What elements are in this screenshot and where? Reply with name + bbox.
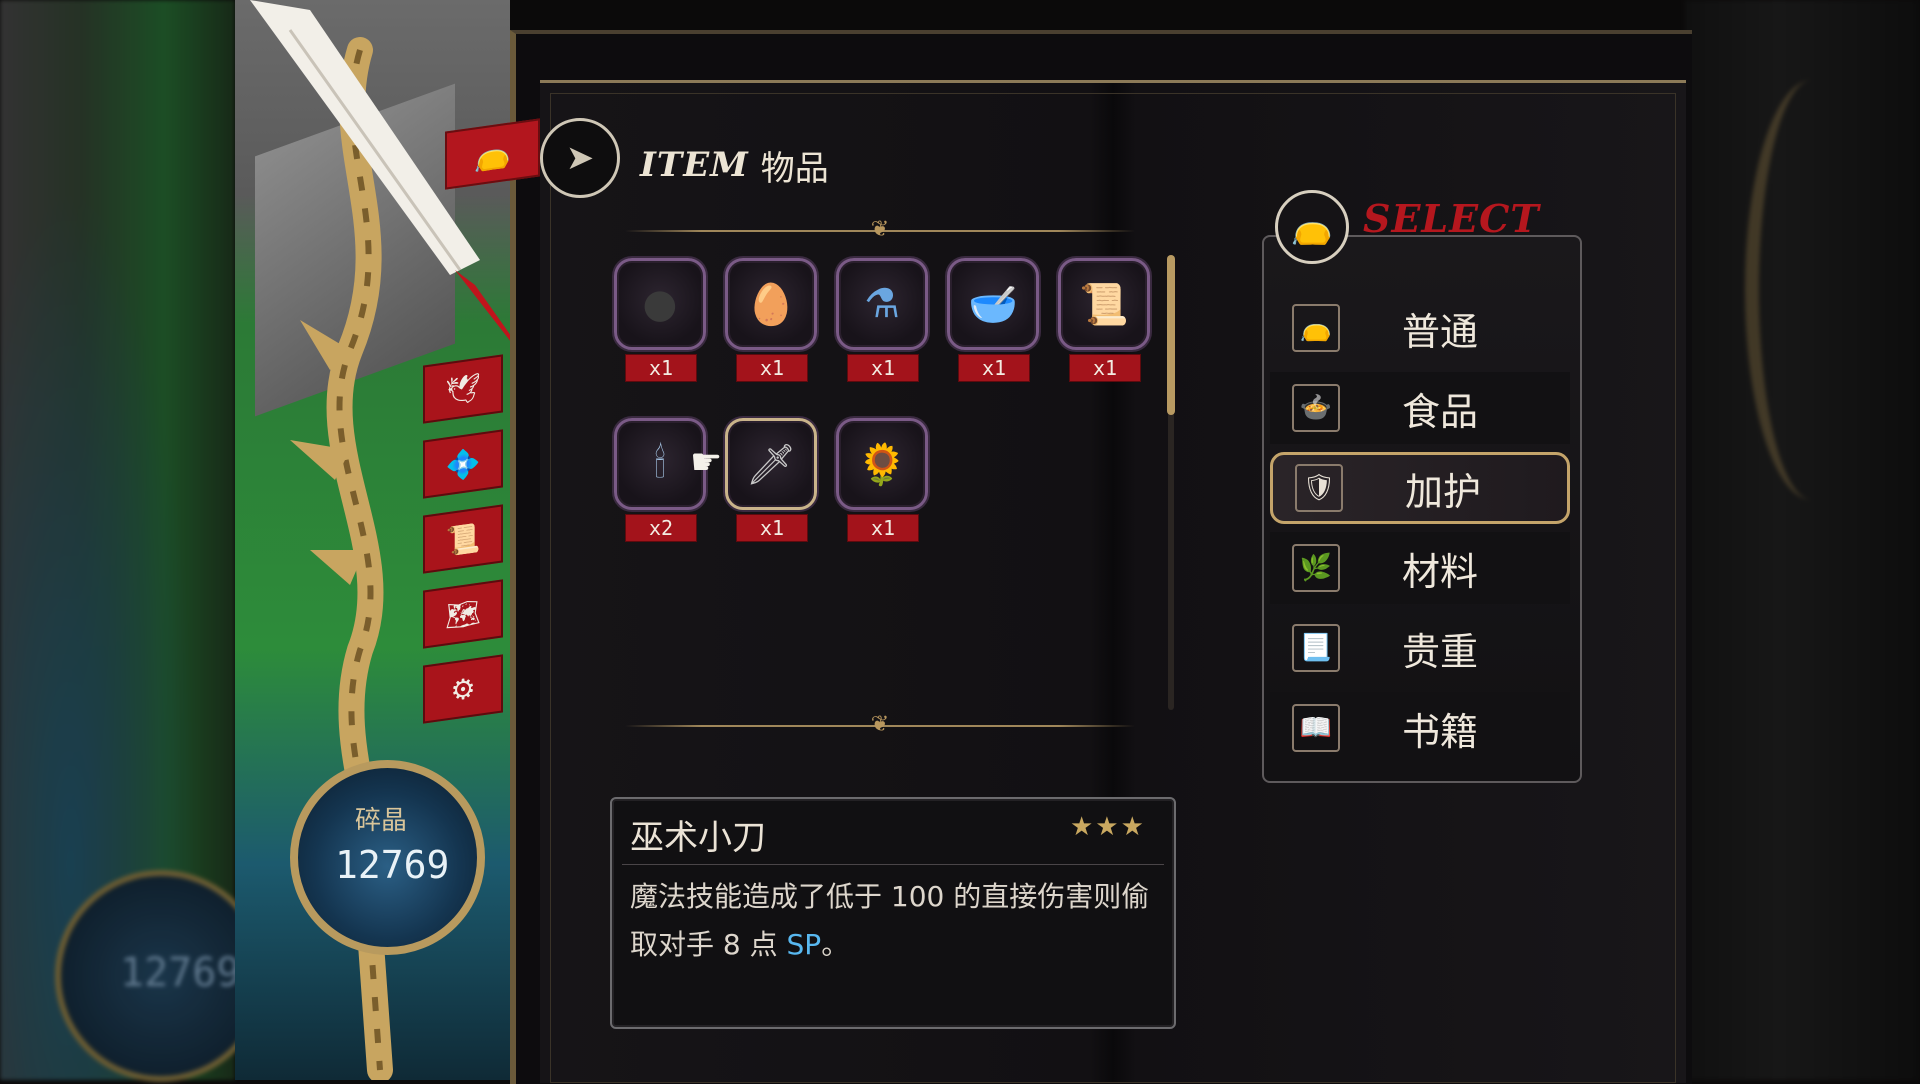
page-title-cn: 物品 [760, 148, 829, 189]
currency-value: 12769 [335, 843, 450, 887]
herb-icon: 🌿 [1292, 544, 1340, 592]
pointing-hand-cursor-icon: ☛ [690, 442, 723, 483]
item-slot[interactable]: 🥣 [947, 258, 1039, 350]
bag-icon: 👝 [1290, 207, 1334, 247]
item-quantity: x1 [736, 354, 808, 382]
item-slot[interactable]: 🌻 [836, 418, 928, 510]
item-section-icon: ➤ [540, 118, 620, 198]
item-slot[interactable]: ● [614, 258, 706, 350]
category-herb[interactable]: 🌿 材料 [1270, 532, 1570, 604]
ghost-currency-value: 12769 [120, 950, 241, 996]
category-label: 普通 [1402, 309, 1479, 354]
item-quantity: x1 [625, 354, 697, 382]
gem-icon: 💠 [445, 445, 481, 483]
potion-icon: ⚗ [864, 281, 900, 327]
description-divider [622, 864, 1164, 865]
sunflower-icon: 🌻 [857, 441, 907, 488]
category-label: 食品 [1402, 389, 1479, 434]
item-slot[interactable]: 🗡 [725, 418, 817, 510]
item-quantity: x1 [847, 354, 919, 382]
category-label: 材料 [1402, 549, 1479, 594]
ornament-top-center: ❦ [870, 217, 890, 242]
bag-icon: 👝 [473, 133, 512, 175]
blurred-right-panel [1685, 0, 1920, 1080]
item-quantity: x1 [736, 514, 808, 542]
wing-icon: 🕊 [445, 370, 481, 408]
item-name: 巫术小刀 [630, 818, 766, 858]
map-scroll-icon: 🗺 [445, 595, 481, 633]
bowl-icon: 🥣 [968, 281, 1018, 328]
blessing-icon: 🛡 [1295, 464, 1343, 512]
select-emblem: 👝 [1275, 190, 1349, 264]
dagger-icon: 🗡 [745, 441, 797, 488]
item-quantity: x1 [1069, 354, 1141, 382]
category-book[interactable]: 📖 书籍 [1270, 692, 1570, 764]
category-scroll[interactable]: 📃 贵重 [1270, 612, 1570, 684]
tab-quests[interactable]: 📜 [423, 504, 503, 574]
ghost-dragon [1745, 80, 1879, 500]
item-scrollbar-thumb[interactable] [1167, 255, 1175, 415]
tab-settings[interactable]: ⚙ [423, 654, 503, 724]
tab-skills[interactable]: 🕊 [423, 354, 503, 424]
select-title: SELECT [1363, 196, 1540, 241]
category-bag[interactable]: 👝 普通 [1270, 292, 1570, 364]
scroll-icon: 📜 [1079, 281, 1129, 328]
gear-icon: ⚙ [450, 670, 476, 708]
ornament-bottom-center: ❦ [870, 712, 890, 737]
dark-orb-icon: ● [642, 281, 678, 327]
item-slot[interactable]: ⚗ [836, 258, 928, 350]
food-icon: 🍲 [1292, 384, 1340, 432]
page-title-en: ITEM [640, 145, 749, 185]
item-effect-text: 魔法技能造成了低于 100 的直接伤害则偷取对手 8 点 SP。 [630, 873, 1160, 969]
category-blessing[interactable]: 🛡 加护 [1270, 452, 1570, 524]
effect-text-sp: SP [786, 928, 822, 961]
tab-map[interactable]: 🗺 [423, 579, 503, 649]
category-label: 贵重 [1402, 629, 1479, 674]
effect-text-main: 魔法技能造成了低于 100 的直接伤害则偷取对手 8 点 [630, 880, 1150, 961]
category-label: 书籍 [1402, 709, 1479, 754]
currency-label: 碎晶 [355, 806, 408, 836]
bag-icon: 👝 [1292, 304, 1340, 352]
book-icon: 📖 [1292, 704, 1340, 752]
effect-text-end: 。 [821, 928, 850, 961]
tab-equipment[interactable]: 💠 [423, 429, 503, 499]
candle-icon: 🕯 [654, 441, 666, 487]
blurred-left-panel: 12769 [0, 0, 267, 1082]
item-rarity-stars: ★★★ [1070, 812, 1146, 842]
egg-icon: 🥚 [746, 281, 796, 328]
item-slot[interactable]: 🥚 [725, 258, 817, 350]
scroll-icon: 📃 [1292, 624, 1340, 672]
quest-scroll-icon: 📜 [445, 520, 481, 558]
category-label: 加护 [1405, 469, 1482, 514]
page-title: ITEM 物品 [640, 140, 829, 190]
item-quantity: x1 [958, 354, 1030, 382]
arrow-emblem-icon: ➤ [565, 138, 595, 178]
category-food[interactable]: 🍲 食品 [1270, 372, 1570, 444]
item-slot[interactable]: 📜 [1058, 258, 1150, 350]
item-quantity: x1 [847, 514, 919, 542]
item-quantity: x2 [625, 514, 697, 542]
